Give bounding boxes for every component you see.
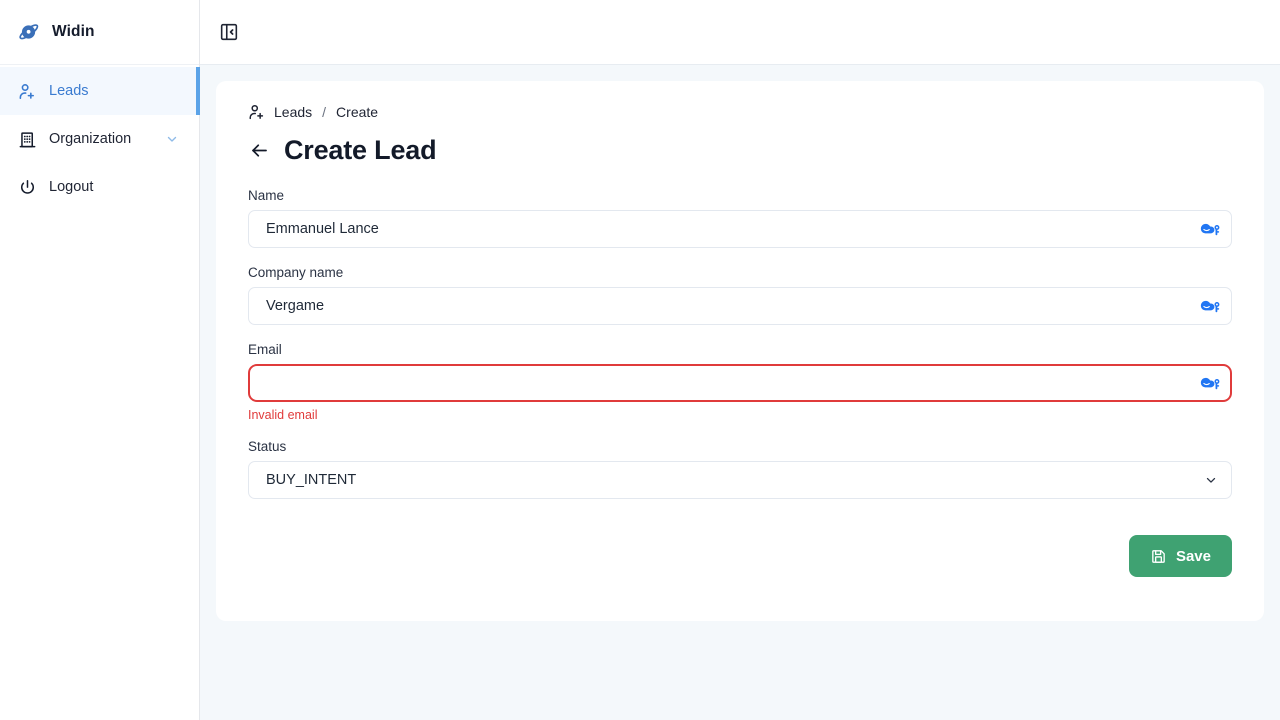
- panel-collapse-icon[interactable]: [218, 21, 240, 43]
- sidebar-item-label: Logout: [49, 179, 199, 195]
- key-autofill-icon[interactable]: [1198, 296, 1222, 316]
- input-wrapper: [248, 210, 1232, 248]
- field-name: Name: [248, 188, 1232, 248]
- lead-form: Name: [232, 188, 1248, 499]
- brand-name: Widin: [52, 23, 95, 41]
- name-input[interactable]: [248, 210, 1232, 248]
- building-icon: [18, 130, 37, 149]
- content-area: Leads / Create Create Lead: [200, 65, 1280, 720]
- sidebar-item-leads[interactable]: Leads: [0, 67, 199, 115]
- field-email: Email: [248, 342, 1232, 422]
- sidebar-item-logout[interactable]: Logout: [0, 163, 199, 211]
- form-actions: Save: [232, 535, 1248, 577]
- planet-icon: [16, 19, 42, 45]
- select-wrapper: BUY_INTENT: [248, 461, 1232, 499]
- breadcrumb-separator: /: [320, 104, 328, 120]
- brand: Widin: [0, 0, 199, 65]
- company-name-input[interactable]: [248, 287, 1232, 325]
- input-wrapper: [248, 287, 1232, 325]
- page-header: Create Lead: [232, 135, 1248, 166]
- sidebar-nav: Leads Organization: [0, 65, 199, 211]
- sidebar-item-label: Organization: [49, 131, 153, 147]
- email-input[interactable]: [248, 364, 1232, 402]
- breadcrumb-current: Create: [336, 104, 378, 120]
- field-label: Company name: [248, 265, 1232, 280]
- key-autofill-icon[interactable]: [1198, 373, 1222, 393]
- field-label: Name: [248, 188, 1232, 203]
- page-title: Create Lead: [284, 135, 436, 166]
- save-button-label: Save: [1176, 548, 1211, 565]
- status-select[interactable]: BUY_INTENT: [248, 461, 1232, 499]
- app-root: Widin Leads: [0, 0, 1280, 720]
- floppy-disk-icon: [1150, 548, 1167, 565]
- breadcrumb: Leads / Create: [232, 103, 1248, 121]
- email-error-message: Invalid email: [248, 408, 1232, 422]
- topbar: [200, 0, 1280, 65]
- key-autofill-icon[interactable]: [1198, 219, 1222, 239]
- field-company-name: Company name: [248, 265, 1232, 325]
- input-wrapper: [248, 364, 1232, 402]
- user-plus-icon: [248, 103, 266, 121]
- field-label: Status: [248, 439, 1232, 454]
- sidebar-item-label: Leads: [49, 83, 199, 99]
- sidebar: Widin Leads: [0, 0, 200, 720]
- sidebar-item-organization[interactable]: Organization: [0, 115, 199, 163]
- field-label: Email: [248, 342, 1232, 357]
- power-icon: [18, 178, 37, 197]
- user-plus-icon: [18, 82, 37, 101]
- form-card: Leads / Create Create Lead: [216, 81, 1264, 621]
- field-status: Status BUY_INTENT: [248, 439, 1232, 499]
- chevron-down-icon[interactable]: [165, 132, 179, 146]
- breadcrumb-link-leads[interactable]: Leads: [274, 104, 312, 120]
- save-button[interactable]: Save: [1129, 535, 1232, 577]
- arrow-left-icon[interactable]: [248, 140, 270, 162]
- main-area: Leads / Create Create Lead: [200, 0, 1280, 720]
